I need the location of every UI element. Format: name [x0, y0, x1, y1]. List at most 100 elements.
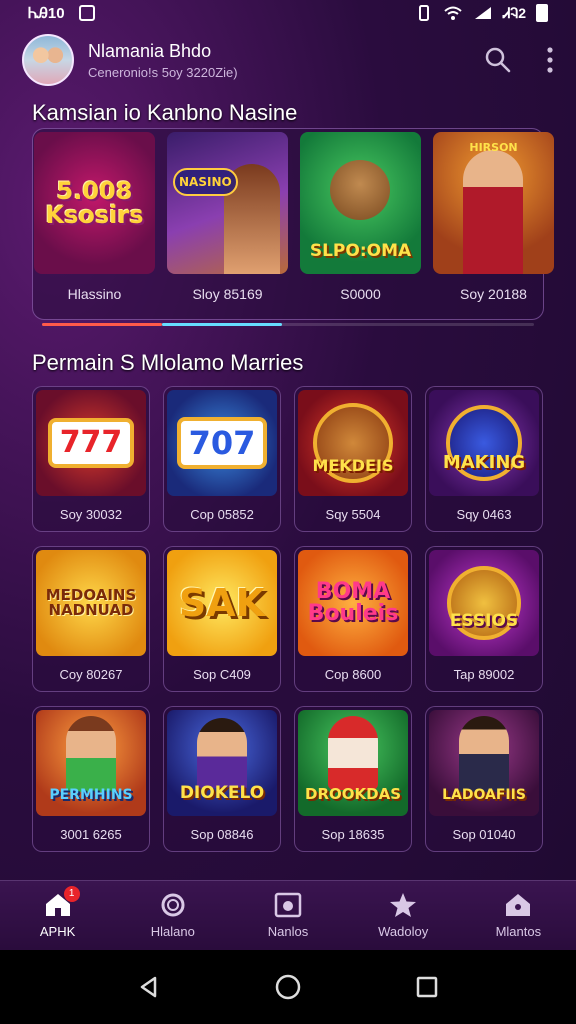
game-art-text: PERMHINS — [49, 787, 133, 803]
search-icon[interactable] — [484, 46, 512, 74]
games-grid: 777 Soy 30032 707 Cop 05852 MEKDEIS Sqy … — [32, 386, 543, 852]
game-thumbnail[interactable]: 707 — [167, 390, 277, 496]
status-bar: ᏂᎯ10 ᏗᎸ2 — [0, 0, 576, 26]
nav-label: Wadoloy — [378, 924, 429, 939]
game-card[interactable]: BOMA Bouleis Cop 8600 — [294, 546, 412, 692]
battery-icon — [536, 4, 548, 22]
game-caption: Tap 89002 — [453, 667, 515, 682]
game-thumbnail[interactable]: MAKING — [429, 390, 539, 496]
game-thumbnail[interactable]: BOMA Bouleis — [298, 550, 408, 656]
game-caption: Sqy 5504 — [325, 507, 381, 522]
game-card[interactable]: SAK Sop C409 — [163, 546, 281, 692]
featured-caption: Soy 20188 — [460, 286, 527, 302]
game-art-text: SAK — [178, 581, 266, 625]
featured-section-title: Kamsian io Kanbno Nasine — [32, 100, 298, 125]
star-icon — [390, 893, 417, 917]
wifi-icon — [444, 6, 462, 20]
game-caption: Coy 80267 — [59, 667, 123, 682]
scroll-segment — [42, 323, 162, 326]
recents-icon[interactable] — [415, 975, 439, 999]
back-icon[interactable] — [137, 975, 161, 999]
notification-badge: 1 — [63, 886, 80, 902]
character-figure — [330, 160, 390, 220]
game-art-text: DROOKDAS — [305, 785, 401, 803]
game-thumbnail[interactable]: ESSIOS — [429, 550, 539, 656]
game-art-text: MEKDEIS — [312, 456, 394, 475]
bottom-navigation: 1 APHK Hlalano Nanlos Wadoloy Mlantos — [0, 880, 576, 950]
game-card[interactable]: MEDOAINS NADNUAD Coy 80267 — [32, 546, 150, 692]
gallery-icon — [274, 892, 302, 918]
featured-card[interactable]: HIRSON Soy 20188 — [433, 132, 554, 302]
vibrate-icon — [419, 5, 430, 21]
game-caption: Cop 8600 — [324, 667, 382, 682]
game-card[interactable]: PERMHINS 3001 6265 — [32, 706, 150, 852]
carousel-scroll-indicator[interactable] — [42, 323, 534, 326]
game-card[interactable]: DROOKDAS Sop 18635 — [294, 706, 412, 852]
user-name: Nlamania Bhdo — [88, 40, 212, 61]
character-figure — [66, 716, 116, 792]
game-art-text: LADOAFIIS — [442, 787, 526, 803]
system-navigation-bar — [0, 950, 576, 1024]
game-thumbnail[interactable]: PERMHINS — [36, 710, 146, 816]
nav-label: Mlantos — [495, 924, 542, 939]
nav-label: Hlalano — [150, 924, 195, 939]
featured-thumbnail[interactable]: NASINO — [167, 132, 288, 274]
game-card[interactable]: MAKING Sqy 0463 — [425, 386, 543, 532]
featured-thumbnail[interactable]: HIRSON — [433, 132, 554, 274]
featured-card[interactable]: SLPO:OMA S0000 — [300, 132, 421, 302]
featured-art-text: SLPO:OMA — [309, 241, 412, 261]
featured-carousel[interactable]: 5.008 Ksosirs Hlassino NASINO Sloy 85169… — [34, 132, 554, 302]
app-header: Nlamania Bhdo Ceneronio!s 5oy 3220Zie) — [0, 30, 576, 90]
clock-text: ᏂᎯ10 — [28, 4, 65, 22]
game-art-text: DIOKELO — [179, 783, 265, 803]
game-thumbnail[interactable]: SAK — [167, 550, 277, 656]
home-circle-icon[interactable] — [274, 973, 302, 1001]
more-options-icon[interactable] — [546, 46, 554, 74]
game-card[interactable]: DIOKELO Sop 08846 — [163, 706, 281, 852]
game-thumbnail[interactable]: 777 — [36, 390, 146, 496]
featured-art-text: HIRSON — [469, 141, 518, 154]
games-section-title: Permain S Mlolamo Marries — [32, 350, 304, 375]
game-art-text: 707 — [176, 417, 268, 469]
featured-caption: Sloy 85169 — [192, 286, 263, 302]
featured-art-text: NASINO — [173, 168, 238, 196]
game-caption: Sop C409 — [193, 667, 251, 682]
game-caption: 3001 6265 — [60, 827, 122, 842]
nav-item-home[interactable]: 1 APHK — [8, 886, 108, 939]
game-thumbnail[interactable]: LADOAFIIS — [429, 710, 539, 816]
game-caption: Cop 05852 — [190, 507, 254, 522]
nav-item-mlantos[interactable]: Mlantos — [468, 892, 568, 939]
game-thumbnail[interactable]: MEDOAINS NADNUAD — [36, 550, 146, 656]
game-card[interactable]: ESSIOS Tap 89002 — [425, 546, 543, 692]
game-art-text: 777 — [47, 418, 135, 468]
refresh-icon — [161, 893, 185, 917]
game-caption: Sop 18635 — [321, 827, 385, 842]
nav-item-hlalano[interactable]: Hlalano — [123, 892, 223, 939]
signal-icon — [475, 7, 492, 19]
nav-item-nanlos[interactable]: Nanlos — [238, 892, 338, 939]
scroll-segment — [162, 323, 282, 326]
user-info: Nlamania Bhdo Ceneronio!s 5oy 3220Zie) — [88, 41, 238, 80]
featured-caption: S0000 — [340, 286, 381, 302]
nav-label: Nanlos — [267, 924, 309, 939]
featured-card[interactable]: 5.008 Ksosirs Hlassino — [34, 132, 155, 302]
game-card[interactable]: 707 Cop 05852 — [163, 386, 281, 532]
nav-item-wadoloy[interactable]: Wadoloy — [353, 892, 453, 939]
game-art-text: BOMA Bouleis — [307, 579, 399, 626]
status-text: ᏗᎸ2 — [503, 4, 526, 21]
featured-caption: Hlassino — [67, 286, 122, 302]
featured-thumbnail[interactable]: SLPO:OMA — [300, 132, 421, 274]
featured-thumbnail[interactable]: 5.008 Ksosirs — [34, 132, 155, 274]
game-art-text: MEDOAINS NADNUAD — [45, 586, 137, 619]
user-subtitle: Ceneronio!s 5oy 3220Zie) — [88, 64, 238, 80]
game-thumbnail[interactable]: DROOKDAS — [298, 710, 408, 816]
character-figure — [459, 716, 509, 792]
game-card[interactable]: 777 Soy 30032 — [32, 386, 150, 532]
game-card[interactable]: LADOAFIIS Sop 01040 — [425, 706, 543, 852]
game-thumbnail[interactable]: MEKDEIS — [298, 390, 408, 496]
game-caption: Sqy 0463 — [456, 507, 512, 522]
featured-card[interactable]: NASINO Sloy 85169 — [167, 132, 288, 302]
game-card[interactable]: MEKDEIS Sqy 5504 — [294, 386, 412, 532]
avatar[interactable] — [22, 34, 74, 86]
game-thumbnail[interactable]: DIOKELO — [167, 710, 277, 816]
